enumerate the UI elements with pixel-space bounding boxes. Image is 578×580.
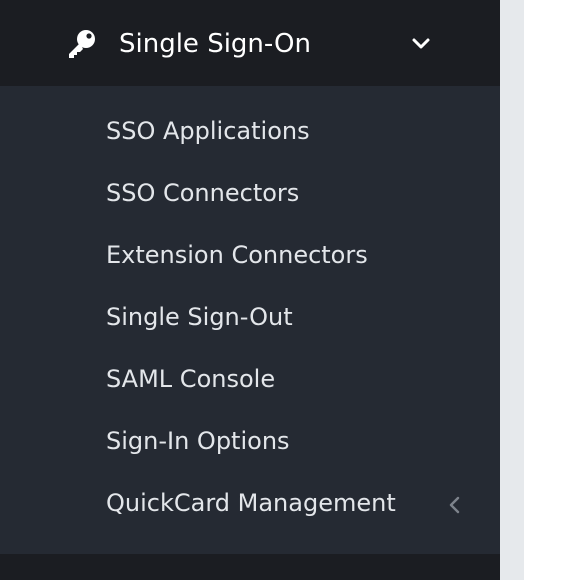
- submenu-item-label: SSO Applications: [106, 117, 310, 145]
- sidebar: Single Sign-On SSO Applications SSO Conn…: [0, 0, 500, 580]
- submenu-item-quickcard-management[interactable]: QuickCard Management: [0, 474, 500, 536]
- chevron-down-icon[interactable]: [410, 33, 432, 55]
- submenu-item-label: QuickCard Management: [106, 489, 396, 517]
- chevron-left-icon[interactable]: [446, 494, 464, 516]
- submenu-item-sso-connectors[interactable]: SSO Connectors: [0, 164, 500, 226]
- sidebar-next-section: [0, 554, 500, 580]
- submenu-item-label: Sign-In Options: [106, 427, 290, 455]
- submenu-item-label: Single Sign-Out: [106, 303, 293, 331]
- section-title: Single Sign-On: [119, 29, 311, 59]
- page: Single Sign-On SSO Applications SSO Conn…: [0, 0, 578, 580]
- submenu-item-label: SAML Console: [106, 365, 276, 393]
- submenu-item-label: SSO Connectors: [106, 179, 300, 207]
- main-content: [524, 0, 578, 580]
- key-icon: [66, 28, 98, 60]
- submenu-item-saml-console[interactable]: SAML Console: [0, 350, 500, 412]
- submenu-item-single-sign-out[interactable]: Single Sign-Out: [0, 288, 500, 350]
- sso-submenu: SSO Applications SSO Connectors Extensio…: [0, 86, 500, 554]
- submenu-item-extension-connectors[interactable]: Extension Connectors: [0, 226, 500, 288]
- single-sign-on-section-toggle[interactable]: Single Sign-On: [0, 0, 500, 86]
- submenu-item-label: Extension Connectors: [106, 241, 368, 269]
- submenu-item-sso-applications[interactable]: SSO Applications: [0, 102, 500, 164]
- sidebar-gutter: [500, 0, 524, 580]
- submenu-item-sign-in-options[interactable]: Sign-In Options: [0, 412, 500, 474]
